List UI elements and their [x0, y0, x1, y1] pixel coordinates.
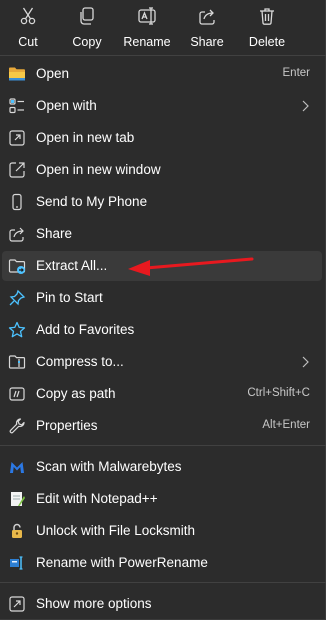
menu-item-label: Send to My Phone [36, 194, 148, 209]
cut-label: Cut [18, 35, 38, 49]
menu-item-properties[interactable]: Properties Alt+Enter [2, 411, 322, 441]
menu-item-open-new-window[interactable]: Open in new window [2, 155, 322, 185]
shortcut-text: Alt+Enter [262, 419, 310, 431]
menu-item-label: Add to Favorites [36, 322, 135, 337]
malwarebytes-icon [10, 462, 24, 473]
context-menu: Cut Copy Rename Share Delete Open Enter … [0, 0, 326, 620]
chevron-right-icon [302, 356, 309, 368]
menu-item-scan-malwarebytes[interactable]: Scan with Malwarebytes [2, 452, 322, 482]
open-with-icon [9, 98, 24, 114]
new-tab-icon [9, 130, 25, 146]
menu-item-open-new-tab[interactable]: Open in new tab [2, 123, 322, 153]
pin-icon [9, 289, 26, 306]
context-menu-toolbar: Cut Copy Rename Share Delete [0, 0, 326, 54]
star-icon [8, 321, 26, 338]
menu-divider [0, 582, 326, 583]
menu-item-label: Extract All... [36, 258, 108, 273]
menu-item-show-more-options[interactable]: Show more options [2, 589, 322, 619]
toolbar-divider [0, 55, 326, 56]
menu-item-send-to-phone[interactable]: Send to My Phone [2, 187, 322, 217]
menu-item-label: Properties [36, 418, 98, 433]
menu-item-pin-to-start[interactable]: Pin to Start [2, 283, 322, 313]
menu-item-label: Edit with Notepad++ [36, 491, 158, 506]
menu-item-label: Open in new tab [36, 130, 135, 145]
menu-item-label: Copy as path [36, 386, 116, 401]
share-icon [199, 9, 215, 25]
menu-item-open-with[interactable]: Open with [2, 91, 322, 121]
powerrename-icon [10, 556, 23, 570]
menu-item-powerrename[interactable]: Rename with PowerRename [2, 548, 322, 578]
copy-button[interactable]: Copy [70, 4, 104, 50]
menu-item-label: Compress to... [36, 354, 124, 369]
folder-icon [9, 67, 25, 81]
copy-path-icon [9, 387, 25, 401]
menu-item-label: Rename with PowerRename [36, 555, 208, 570]
menu-item-label: Unlock with File Locksmith [36, 523, 196, 538]
share-label: Share [190, 35, 224, 49]
menu-item-label: Open in new window [36, 162, 161, 177]
copy-icon [80, 7, 94, 25]
rename-button[interactable]: Rename [123, 4, 171, 50]
menu-item-open[interactable]: Open Enter [2, 59, 322, 89]
menu-item-label: Open with [36, 98, 97, 113]
trash-icon [260, 8, 274, 25]
new-window-icon [9, 162, 25, 178]
menu-item-file-locksmith[interactable]: Unlock with File Locksmith [2, 516, 322, 546]
phone-icon [12, 193, 22, 211]
menu-item-compress-to[interactable]: Compress to... [2, 347, 322, 377]
menu-item-edit-notepadpp[interactable]: Edit with Notepad++ [2, 484, 322, 514]
scissors-icon [20, 7, 36, 25]
menu-item-label: Pin to Start [36, 290, 103, 305]
menu-item-label: Scan with Malwarebytes [36, 459, 182, 474]
copy-label: Copy [72, 35, 102, 49]
cut-button[interactable]: Cut [12, 4, 44, 50]
menu-item-add-to-favorites[interactable]: Add to Favorites [2, 315, 322, 345]
rename-icon [138, 7, 156, 25]
share-button[interactable]: Share [190, 4, 224, 50]
menu-item-share[interactable]: Share [2, 219, 322, 249]
share-icon [9, 227, 24, 242]
shortcut-text: Enter [282, 67, 311, 79]
more-options-icon [9, 596, 25, 612]
lock-icon [12, 523, 22, 538]
compress-icon [8, 355, 26, 369]
delete-button[interactable]: Delete [248, 4, 286, 50]
menu-item-label: Show more options [36, 596, 152, 611]
extract-icon [8, 259, 26, 274]
shortcut-text: Ctrl+Shift+C [247, 387, 310, 399]
menu-divider [0, 445, 326, 446]
menu-item-copy-as-path[interactable]: Copy as path Ctrl+Shift+C [2, 379, 322, 409]
wrench-icon [9, 418, 25, 434]
chevron-right-icon [302, 100, 309, 112]
menu-item-extract-all[interactable]: Extract All... [2, 251, 322, 281]
notepadpp-icon [11, 492, 25, 506]
rename-label: Rename [123, 35, 171, 49]
menu-item-label: Open [36, 66, 70, 81]
delete-label: Delete [248, 35, 286, 49]
menu-item-label: Share [36, 226, 73, 241]
